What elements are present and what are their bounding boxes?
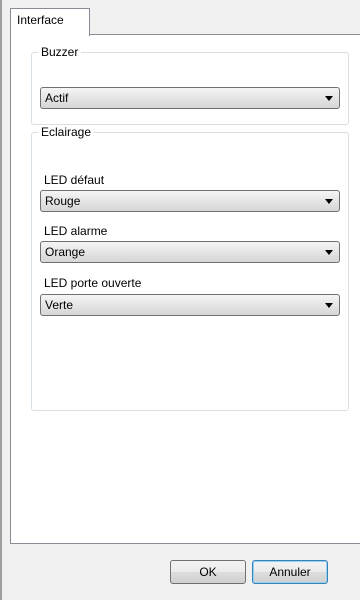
led-alarme-select-value: Orange [45, 245, 86, 259]
buzzer-group: Buzzer Actif [31, 45, 349, 125]
buzzer-select[interactable]: Actif [40, 87, 340, 109]
ok-button[interactable]: OK [170, 560, 246, 584]
led-defaut-label: LED défaut [44, 173, 105, 187]
chevron-down-icon [325, 96, 333, 101]
chevron-down-icon [325, 199, 333, 204]
led-defaut-select[interactable]: Rouge [40, 190, 340, 212]
led-porte-label: LED porte ouverte [44, 276, 142, 290]
settings-window: Interface Buzzer Actif Eclairage LED déf… [0, 0, 360, 600]
led-defaut-select-value: Rouge [45, 194, 81, 208]
tab-strip: Interface [10, 8, 360, 36]
buzzer-group-legend: Buzzer [41, 45, 79, 59]
led-porte-select[interactable]: Verte [40, 294, 340, 316]
tab-interface[interactable]: Interface [10, 8, 90, 36]
buzzer-select-value: Actif [45, 91, 69, 105]
cancel-button[interactable]: Annuler [252, 560, 328, 584]
led-alarme-select[interactable]: Orange [40, 241, 340, 263]
led-porte-select-value: Verte [45, 298, 74, 312]
eclairage-group: Eclairage LED défaut Rouge LED alarme Or… [31, 125, 349, 411]
led-alarme-label: LED alarme [44, 224, 108, 238]
chevron-down-icon [325, 303, 333, 308]
tab-interface-label: Interface [17, 13, 64, 27]
tab-panel-interface: Buzzer Actif Eclairage LED défaut Rouge … [10, 34, 360, 544]
eclairage-group-legend: Eclairage [41, 125, 92, 139]
chevron-down-icon [325, 250, 333, 255]
window-left-border [0, 0, 2, 600]
